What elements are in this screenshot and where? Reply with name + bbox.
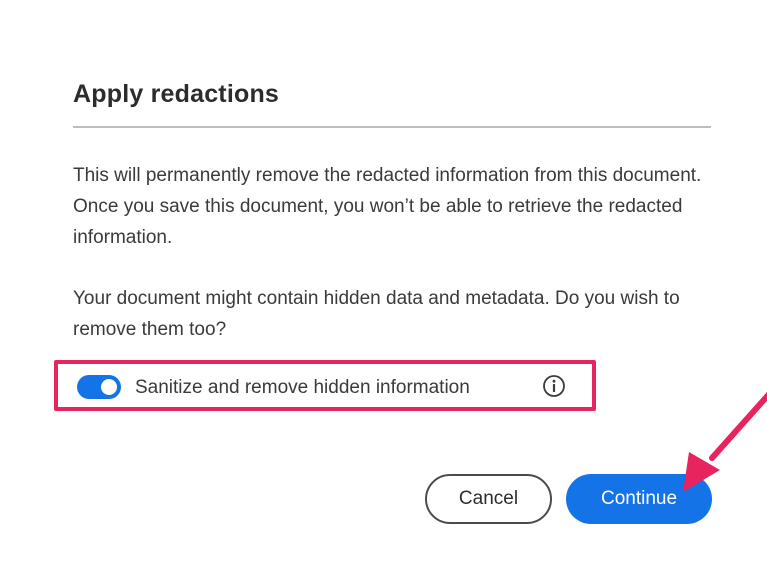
apply-redactions-dialog: Apply redactions This will permanently r… (0, 0, 767, 583)
dialog-title: Apply redactions (73, 80, 280, 108)
hidden-data-question: Your document might contain hidden data … (73, 288, 680, 340)
sanitize-toggle-label[interactable]: Sanitize and remove hidden information (135, 372, 470, 403)
continue-button[interactable]: Continue (566, 474, 712, 524)
sanitize-toggle[interactable] (77, 375, 121, 399)
title-divider (73, 126, 711, 128)
info-icon[interactable] (542, 374, 566, 398)
toggle-knob (101, 379, 117, 395)
cancel-button[interactable]: Cancel (425, 474, 552, 524)
warning-text: This will permanently remove the redacte… (73, 165, 702, 248)
